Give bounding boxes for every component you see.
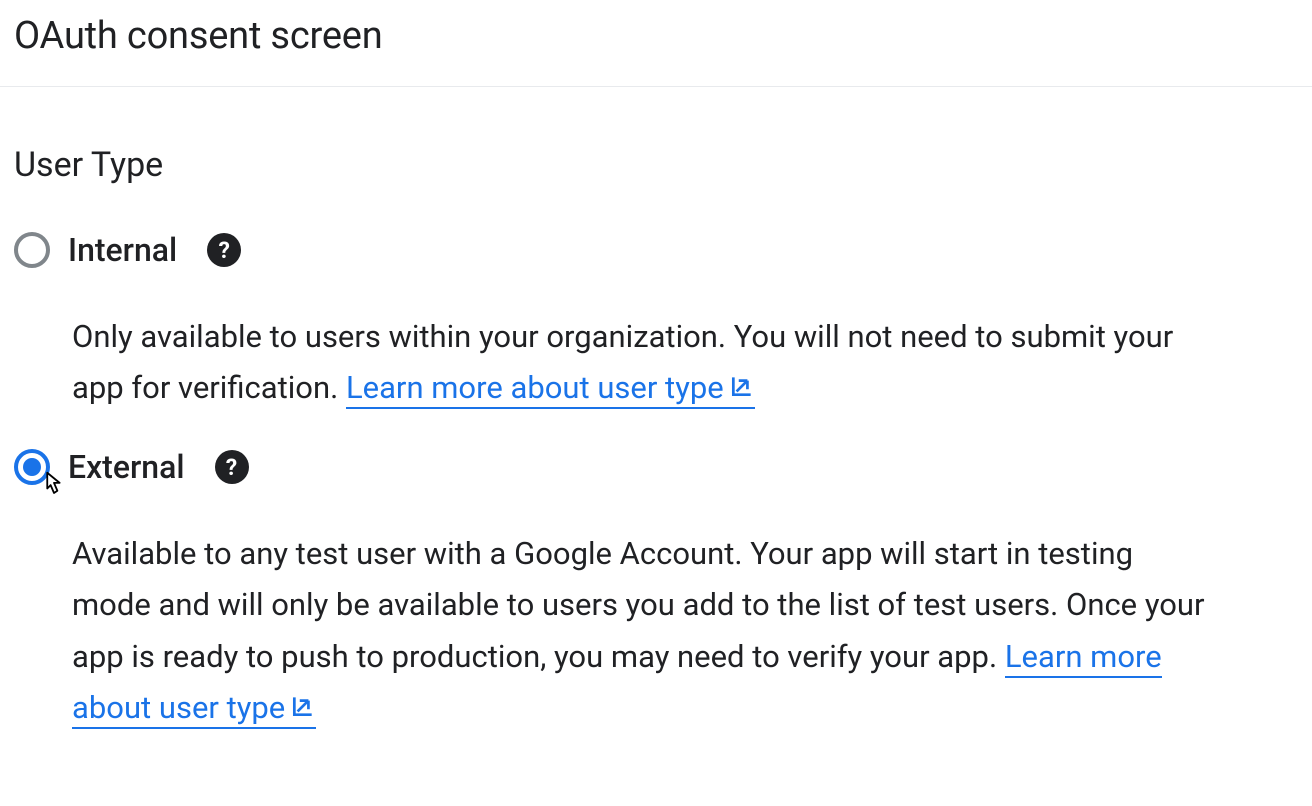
external-link-icon <box>729 363 755 414</box>
description-internal: Only available to users within your orga… <box>72 311 1212 414</box>
radio-option-internal: Internal ? Only available to users withi… <box>14 231 1298 414</box>
page-header: OAuth consent screen <box>0 0 1312 87</box>
section-heading: User Type <box>14 145 1298 185</box>
learn-more-link-internal[interactable]: Learn more about user type <box>346 369 755 409</box>
help-icon[interactable]: ? <box>215 450 249 484</box>
radio-label-external: External <box>68 448 185 486</box>
content-area: User Type Internal ? Only available to u… <box>0 87 1312 782</box>
help-icon[interactable]: ? <box>207 233 241 267</box>
page-title: OAuth consent screen <box>14 14 1298 58</box>
radio-option-external: External ? Available to any test user wi… <box>14 448 1298 734</box>
radio-row-external: External ? <box>14 448 1298 486</box>
radio-internal[interactable] <box>14 232 50 268</box>
external-link-icon <box>290 683 316 734</box>
radio-external[interactable] <box>14 449 50 485</box>
description-external: Available to any test user with a Google… <box>72 528 1212 734</box>
radio-label-internal: Internal <box>68 231 177 269</box>
radio-row-internal: Internal ? <box>14 231 1298 269</box>
